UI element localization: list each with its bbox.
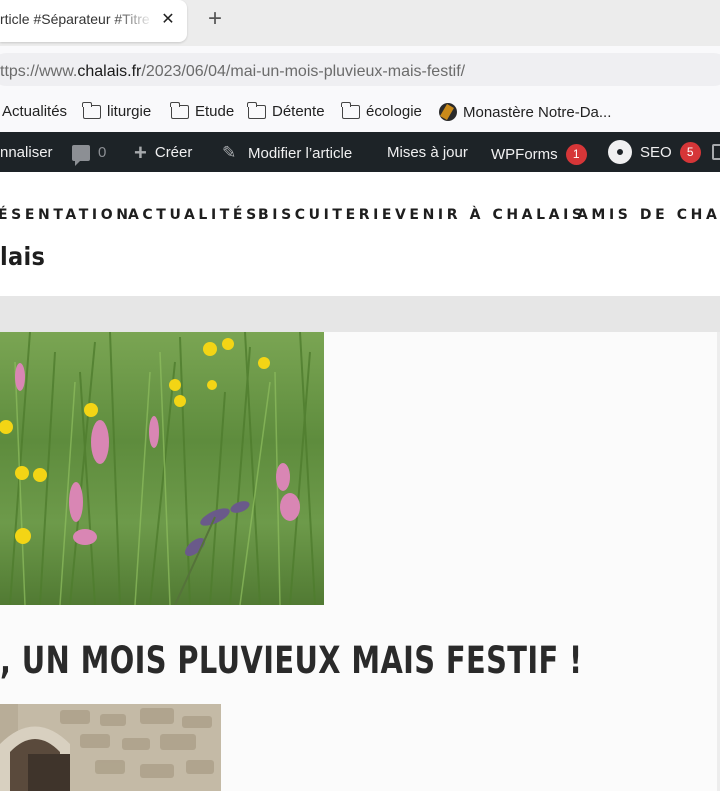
bookmark-label: liturgie (107, 103, 152, 120)
adminbar-wpforms[interactable]: WPForms 1 (491, 144, 587, 165)
adminbar-edit-post[interactable]: ✎ Modifier l’article (222, 144, 352, 162)
bookmark-label: Monastère Notre-Da... (463, 103, 612, 121)
bookmark-folder-ecologie[interactable]: écologie (341, 101, 422, 120)
site-header: ÉSENTATION ACTUALITÉS BISCUITERIE VENIR … (0, 172, 720, 296)
adminbar-create[interactable]: + Créer (134, 139, 193, 165)
edit-post-label: Modifier l’article (248, 144, 353, 162)
bookmark-label: Détente (272, 103, 325, 120)
seo-label: SEO (640, 143, 672, 161)
create-label: Créer (154, 144, 193, 161)
bookmark-actualites[interactable]: Actualités (2, 103, 67, 120)
seo-gear-icon (608, 140, 632, 164)
updates-label: Mises à jour (387, 144, 468, 161)
article-content: , UN MOIS PLUVIEUX MAIS FESTIF ! (0, 332, 717, 791)
folder-icon (247, 101, 266, 119)
address-bar-row: ttps://www.chalais.fr/2023/06/04/mai-un-… (0, 46, 720, 92)
customize-label: nnaliser (0, 144, 53, 161)
nav-item-amis[interactable]: AMIS DE CHALA (577, 207, 720, 223)
wp-admin-bar: nnaliser 0 + Créer ✎ Modifier l’article … (0, 132, 720, 172)
comments-count: 0 (98, 144, 107, 161)
bookmark-folder-etude[interactable]: Etude (170, 101, 235, 120)
folder-icon (82, 101, 101, 119)
site-favicon-icon (439, 103, 457, 121)
site-title[interactable]: lais (0, 242, 45, 271)
stone-archway-illustration (0, 704, 221, 791)
header-separator-band (0, 296, 720, 332)
url-text[interactable]: ttps://www.chalais.fr/2023/06/04/mai-un-… (0, 63, 465, 81)
browser-tab-strip: rticle #Séparateur #Titre ✕ + (0, 0, 720, 46)
folder-icon (170, 101, 189, 119)
adminbar-customize[interactable]: nnaliser (0, 144, 53, 161)
tab-title-fade (112, 8, 154, 32)
article-inline-image (0, 704, 221, 791)
adminbar-comments[interactable]: 0 (72, 144, 107, 166)
nav-item-presentation[interactable]: ÉSENTATION (0, 207, 132, 223)
bookmark-monastere[interactable]: Monastère Notre-Da... (439, 103, 611, 121)
nav-item-actualites[interactable]: ACTUALITÉS (128, 207, 260, 223)
comment-icon (72, 144, 90, 166)
bookmark-folder-liturgie[interactable]: liturgie (82, 101, 152, 120)
bookmark-label: Etude (195, 103, 235, 120)
nav-item-venir[interactable]: VENIR À CHALAIS (395, 207, 586, 223)
featured-image (0, 332, 324, 605)
bookmark-label: écologie (366, 103, 422, 120)
url-domain: chalais.fr (77, 63, 142, 80)
url-path: /2023/06/04/mai-un-mois-pluvieux-mais-fe… (141, 63, 466, 80)
pencil-icon: ✎ (222, 143, 237, 162)
article-title[interactable]: , UN MOIS PLUVIEUX MAIS FESTIF ! (0, 639, 583, 682)
wpforms-badge: 1 (565, 144, 587, 165)
folder-icon (341, 101, 360, 119)
meadow-flowers-illustration (0, 332, 316, 605)
new-tab-button[interactable]: + (202, 6, 228, 32)
adminbar-updates[interactable]: Mises à jour (387, 144, 468, 161)
adminbar-overflow-icon[interactable] (712, 144, 720, 160)
nav-item-biscuiterie[interactable]: BISCUITERIE (258, 207, 395, 223)
bookmarks-bar: Actualités liturgie Etude Détente écolog… (0, 92, 720, 132)
tab-close-icon[interactable]: ✕ (158, 10, 178, 30)
adminbar-seo[interactable]: SEO 5 (608, 140, 701, 164)
plus-icon: + (134, 139, 147, 165)
browser-tab-active[interactable]: rticle #Séparateur #Titre ✕ (0, 0, 187, 42)
seo-badge: 5 (679, 141, 701, 163)
bookmark-folder-detente[interactable]: Détente (247, 101, 325, 120)
url-prefix: ttps://www. (0, 63, 78, 80)
wpforms-label: WPForms (491, 146, 558, 163)
bookmark-label: Actualités (2, 103, 68, 120)
